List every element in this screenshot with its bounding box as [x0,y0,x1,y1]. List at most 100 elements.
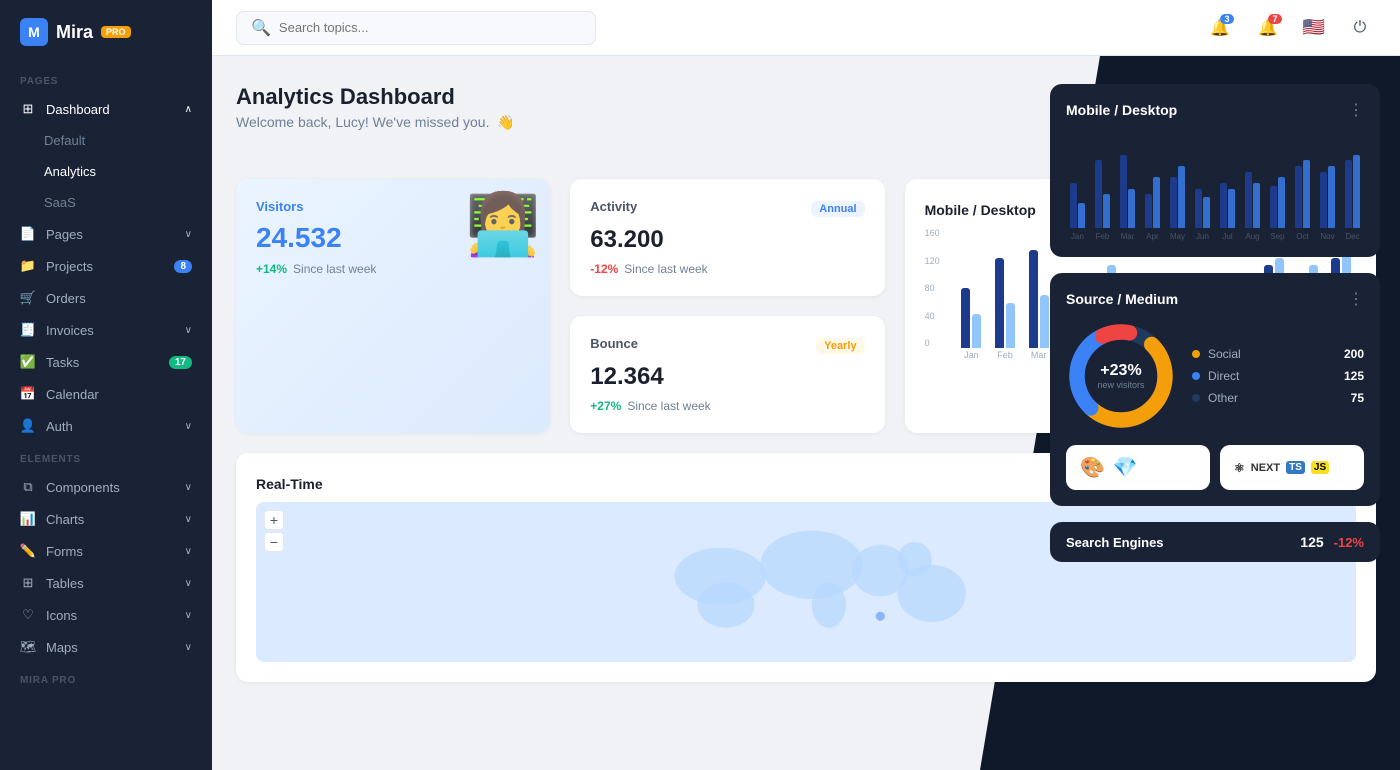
mobile-desktop-dark-card: Mobile / Desktop ⋮ [1050,84,1380,257]
layers-icon: ⧉ [20,479,36,495]
content-area: Analytics Dashboard Welcome back, Lucy! … [212,56,1400,770]
js-icon: JS [1311,461,1329,474]
sidebar-item-components[interactable]: ⧉ Components ∨ [0,471,212,503]
dark-chart-menu[interactable]: ⋮ [1348,100,1364,120]
visitors-stat: +14% Since last week [256,262,530,276]
alerts-button[interactable]: 🔔 7 [1252,12,1284,44]
app-name: Mira [56,22,93,43]
activity-change: -12% [590,262,618,276]
legend-direct-val: 125 [1344,369,1364,383]
legend-other-val: 75 [1351,391,1364,405]
chevron-icon: ∨ [185,421,192,432]
calendar-icon: 📅 [20,386,36,402]
file-icon: 📄 [20,226,36,242]
page-title: Analytics Dashboard [236,84,515,110]
power-icon: ⏻ [1354,19,1367,37]
tech-logos-row: 🎨 💎 ⚛ NEXT TS JS [1066,445,1364,490]
sidebar-item-invoices[interactable]: 🧾 Invoices ∨ [0,314,212,346]
sketch-icon: 💎 [1113,455,1138,480]
sidebar-item-tables[interactable]: ⊞ Tables ∨ [0,567,212,599]
sidebar-item-orders[interactable]: 🛒 Orders [0,282,212,314]
app-logo[interactable]: M Mira PRO [0,0,212,64]
notifications-button[interactable]: 🔔 3 [1204,12,1236,44]
legend-social-label: Social [1208,347,1241,361]
chevron-icon: ∨ [185,514,192,525]
sidebar-item-tasks[interactable]: ✅ Tasks 17 [0,346,212,378]
donut-sub: new visitors [1097,380,1144,390]
sidebar-item-maps[interactable]: 🗺 Maps ∨ [0,631,212,663]
section-label-mira-pro: MIRA PRO [0,663,212,692]
mobile-desktop-title: Mobile / Desktop [925,202,1036,218]
sidebar-item-projects[interactable]: 📁 Projects 8 [0,250,212,282]
sidebar-item-label: Projects [46,259,93,274]
sidebar-item-label: Pages [46,227,83,242]
legend-social-val: 200 [1344,347,1364,361]
chevron-icon: ∧ [185,104,192,115]
sidebar-item-analytics[interactable]: Analytics [0,156,212,187]
search-engines-change: -12% [1334,535,1364,550]
language-selector[interactable]: 🇺🇸 [1300,14,1328,42]
notifications-badge: 3 [1220,14,1234,24]
sidebar-item-pages[interactable]: 📄 Pages ∨ [0,218,212,250]
chevron-icon: ∨ [185,325,192,336]
sidebar-item-icons[interactable]: ♡ Icons ∨ [0,599,212,631]
ts-icon: TS [1286,461,1305,474]
sidebar-item-label: SaaS [44,195,76,210]
search-box[interactable]: 🔍 [236,11,596,45]
sidebar-item-auth[interactable]: 👤 Auth ∨ [0,410,212,442]
section-label-pages: PAGES [0,64,212,93]
sidebar-item-forms[interactable]: ✏️ Forms ∨ [0,535,212,567]
sidebar-item-dashboard[interactable]: ⊞ Dashboard ∧ [0,93,212,125]
bounce-badge: Yearly [816,338,864,354]
section-label-elements: ELEMENTS [0,442,212,471]
activity-label: Activity [590,199,637,214]
sidebar-item-label: Calendar [46,387,99,402]
legend-direct-label: Direct [1208,369,1239,383]
map-zoom-in[interactable]: + [264,510,284,530]
power-button[interactable]: ⏻ [1344,12,1376,44]
sidebar-item-charts[interactable]: 📊 Charts ∨ [0,503,212,535]
sidebar-item-label: Auth [46,419,73,434]
sidebar-item-calendar[interactable]: 📅 Calendar [0,378,212,410]
heart-icon: ♡ [20,607,36,623]
bounce-value: 12.364 [590,363,864,391]
topbar-right: 🔔 3 🔔 7 🇺🇸 ⏻ [1204,12,1376,44]
activity-stat: -12% Since last week [590,262,864,276]
sidebar-item-label: Dashboard [46,102,110,117]
visitors-change: +14% [256,262,287,276]
sidebar-item-label: Default [44,133,85,148]
chart-icon: 📊 [20,511,36,527]
search-icon: 🔍 [251,18,271,38]
page-header: Analytics Dashboard Welcome back, Lucy! … [236,84,515,131]
projects-badge: 8 [174,260,192,273]
tech-logo-card-2: ⚛ NEXT TS JS [1220,445,1364,490]
map-controls: + − [264,510,284,552]
sidebar-item-label: Forms [46,544,83,559]
tech-logo-card-1: 🎨 💎 [1066,445,1210,490]
donut-chart: +23% new visitors [1066,321,1176,431]
bounce-card: Bounce Yearly 12.364 +27% Since last wee… [570,316,884,433]
sidebar-item-label: Icons [46,608,77,623]
map-zoom-out[interactable]: − [264,532,284,552]
page-subtitle: Welcome back, Lucy! We've missed you. 👋 [236,114,515,131]
search-engines-label: Search Engines [1066,535,1164,550]
search-input[interactable] [279,20,581,35]
source-menu[interactable]: ⋮ [1348,289,1364,309]
nextjs-icon: NEXT [1251,462,1280,474]
chevron-icon: ∨ [185,546,192,557]
chevron-icon: ∨ [185,610,192,621]
alerts-badge: 7 [1268,14,1282,24]
grid-icon: ⊞ [20,101,36,117]
activity-value: 63.200 [590,226,864,254]
visitors-card: Visitors 👩‍💻 24.532 +14% Since last week [236,179,550,433]
mobile-desktop-dark-title: Mobile / Desktop [1066,102,1177,118]
sidebar-item-label: Maps [46,640,78,655]
sidebar-item-label: Invoices [46,323,94,338]
tasks-icon: ✅ [20,354,36,370]
visitor-illustration: 👩‍💻 [466,189,541,260]
sidebar-item-label: Analytics [44,164,96,179]
sidebar-item-default[interactable]: Default [0,125,212,156]
cart-icon: 🛒 [20,290,36,306]
sidebar-item-saas[interactable]: SaaS [0,187,212,218]
sidebar-item-label: Tables [46,576,84,591]
